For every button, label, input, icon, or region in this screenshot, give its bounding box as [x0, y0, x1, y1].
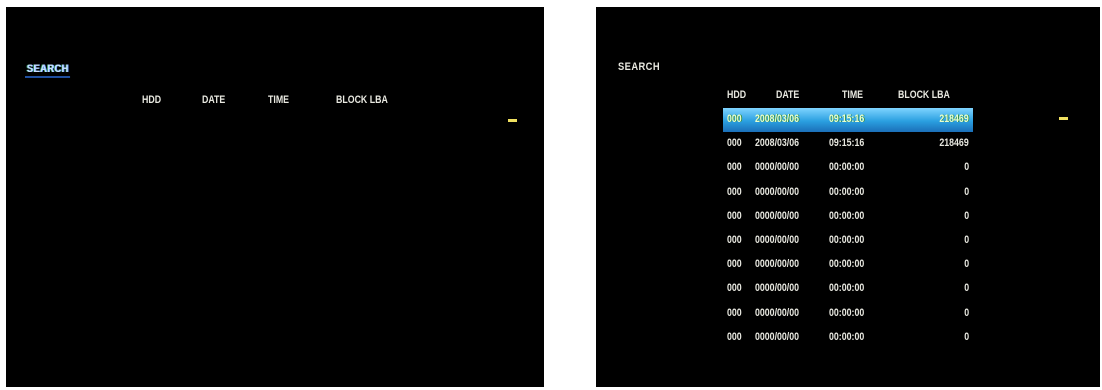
cell-time: 00:00:00 — [829, 209, 865, 222]
cell-date: 2008/03/06 — [755, 137, 800, 150]
result-row-selected[interactable]: 000 2008/03/06 09:15:16 218469 — [723, 108, 973, 133]
column-header-time: TIME — [842, 89, 864, 101]
cell-hdd: 000 — [727, 113, 742, 125]
search-title-button[interactable]: SEARCH — [25, 62, 71, 78]
search-title: SEARCH — [618, 61, 661, 73]
search-screen-empty: SEARCH HDD DATE TIME BLOCK LBA — [6, 7, 544, 387]
cell-block-lba: 0 — [964, 282, 969, 295]
cell-hdd: 000 — [727, 185, 742, 198]
result-row[interactable]: 000 0000/00/00 00:00:00 0 — [723, 229, 973, 253]
cell-block-lba: 0 — [964, 306, 969, 319]
column-header-hdd: HDD — [727, 89, 747, 101]
cell-date: 0000/00/00 — [755, 282, 800, 295]
cell-time: 00:00:00 — [829, 306, 865, 319]
result-row[interactable]: 000 0000/00/00 00:00:00 0 — [723, 205, 973, 229]
cell-time: 00:00:00 — [829, 161, 865, 174]
cell-block-lba: 0 — [964, 185, 969, 198]
cell-date: 0000/00/00 — [755, 258, 800, 271]
column-header-date: DATE — [202, 94, 226, 106]
cursor-marker-icon — [1059, 117, 1068, 120]
cell-block-lba: 0 — [964, 258, 969, 271]
search-results-list: 000 2008/03/06 09:15:16 218469 000 2008/03/06… — [723, 108, 973, 350]
column-header-block-lba: BLOCK LBA — [898, 89, 950, 101]
cell-date: 0000/00/00 — [755, 185, 800, 198]
cell-time: 09:15:16 — [829, 137, 865, 150]
cell-time: 00:00:00 — [829, 233, 865, 246]
column-header-hdd: HDD — [142, 94, 162, 106]
cell-hdd: 000 — [727, 161, 742, 174]
search-screen-results: SEARCH HDD DATE TIME BLOCK LBA 000 2008/0… — [596, 7, 1100, 387]
column-header-date: DATE — [776, 89, 800, 101]
cell-date: 2008/03/06 — [755, 113, 800, 125]
cell-hdd: 000 — [727, 282, 742, 295]
result-row[interactable]: 000 2008/03/06 09:15:16 218469 — [723, 132, 973, 156]
cell-hdd: 000 — [727, 233, 742, 246]
cell-hdd: 000 — [727, 330, 742, 343]
cell-block-lba: 0 — [964, 161, 969, 174]
cell-block-lba: 218469 — [939, 113, 969, 125]
result-row[interactable]: 000 0000/00/00 00:00:00 0 — [723, 326, 973, 350]
column-header-block-lba: BLOCK LBA — [336, 94, 388, 106]
cell-block-lba: 0 — [964, 233, 969, 246]
cursor-marker-icon — [508, 119, 517, 122]
cell-date: 0000/00/00 — [755, 330, 800, 343]
cell-hdd: 000 — [727, 137, 742, 150]
cell-time: 00:00:00 — [829, 185, 865, 198]
cell-date: 0000/00/00 — [755, 209, 800, 222]
column-header-time: TIME — [268, 94, 290, 106]
cell-time: 00:00:00 — [829, 282, 865, 295]
result-row[interactable]: 000 0000/00/00 00:00:00 0 — [723, 302, 973, 326]
cell-date: 0000/00/00 — [755, 306, 800, 319]
cell-hdd: 000 — [727, 306, 742, 319]
cell-date: 0000/00/00 — [755, 161, 800, 174]
cell-block-lba: 0 — [964, 209, 969, 222]
cell-hdd: 000 — [727, 209, 742, 222]
result-row[interactable]: 000 0000/00/00 00:00:00 0 — [723, 277, 973, 301]
cell-block-lba: 218469 — [939, 137, 969, 150]
cell-time: 09:15:16 — [829, 113, 865, 125]
cell-time: 00:00:00 — [829, 258, 865, 271]
result-row[interactable]: 000 0000/00/00 00:00:00 0 — [723, 181, 973, 205]
cell-hdd: 000 — [727, 258, 742, 271]
cell-time: 00:00:00 — [829, 330, 865, 343]
cell-date: 0000/00/00 — [755, 233, 800, 246]
result-row[interactable]: 000 0000/00/00 00:00:00 0 — [723, 253, 973, 277]
result-row[interactable]: 000 0000/00/00 00:00:00 0 — [723, 156, 973, 180]
cell-block-lba: 0 — [964, 330, 969, 343]
